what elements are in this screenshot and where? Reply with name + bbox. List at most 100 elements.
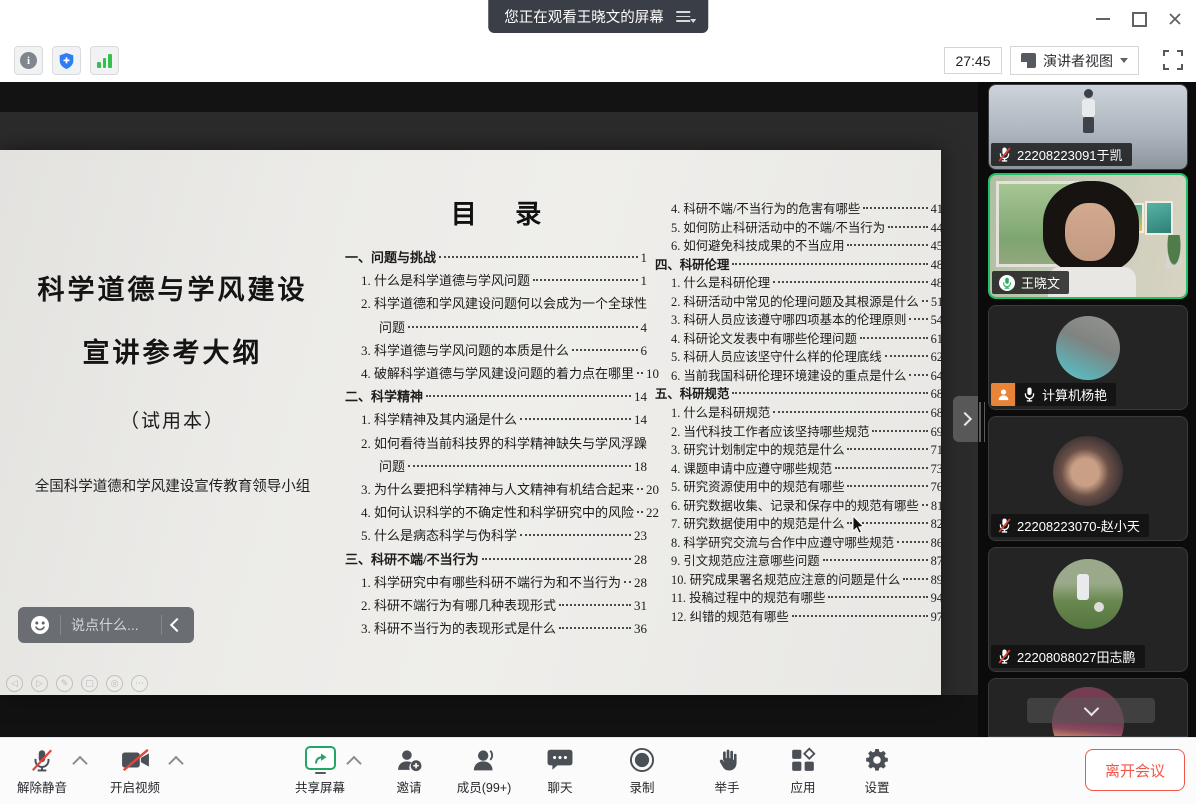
toc-dot-leader — [426, 395, 631, 397]
participant-tile-partial[interactable] — [988, 678, 1188, 737]
record-button[interactable]: 录制 — [629, 746, 655, 796]
chat-input-placeholder[interactable]: 说点什么... — [71, 615, 151, 635]
quick-chat-bar[interactable]: 说点什么... — [18, 607, 194, 643]
unmute-button[interactable]: 解除静音 — [17, 746, 67, 796]
toolbar-label: 录制 — [629, 777, 654, 796]
viewer-control[interactable]: ▷ — [31, 675, 48, 692]
toc-dot-leader — [847, 485, 927, 487]
toc-page-number: 73 — [931, 460, 943, 479]
info-icon: i — [20, 52, 37, 69]
toc-entry-text: 6. 如何避免科技成果的不当应用 — [671, 237, 844, 256]
mic-muted-icon — [998, 518, 1011, 533]
banner-menu-icon[interactable] — [676, 11, 692, 22]
toc-entry-text: 三、科研不端/不当行为 — [345, 548, 479, 571]
mic-muted-icon — [998, 649, 1011, 664]
share-options-chevron[interactable] — [346, 756, 362, 772]
name-badge: 22208223091于凯 — [991, 143, 1132, 166]
share-screen-button[interactable]: 共享屏幕 — [295, 746, 345, 796]
toc-page-number: 86 — [931, 534, 943, 553]
viewer-control[interactable]: ▢ — [81, 675, 98, 692]
toc-page-number: 61 — [931, 330, 943, 349]
security-button[interactable] — [52, 46, 81, 75]
chat-icon — [547, 748, 573, 772]
close-icon — [1168, 12, 1182, 26]
maximize-button[interactable] — [1128, 8, 1150, 30]
toc-entry: 1. 科学精神及其内涵是什么 14 — [345, 408, 647, 431]
toc-entry-text: 3. 科研人员应该遵守哪四项基本的伦理原则 — [671, 311, 906, 330]
members-button[interactable]: 成员(99+) — [457, 746, 512, 796]
toc-entry: 5. 研究资源使用中的规范有哪些 76 — [655, 478, 943, 497]
toc-entry-text: 3. 为什么要把科学精神与人文精神有机结合起来 — [361, 478, 634, 501]
toc-page-number: 64 — [931, 367, 943, 386]
toc-entry: 4. 课题申请中应遵守哪些规范 73 — [655, 460, 943, 479]
network-status-button[interactable] — [90, 46, 119, 75]
toc-entry-text: 4. 课题申请中应遵守哪些规范 — [671, 460, 832, 479]
smiley-icon[interactable] — [30, 615, 50, 635]
participant-tile-tianzhipeng[interactable]: 22208088027田志鹏 — [988, 547, 1188, 672]
toolbar-label: 邀请 — [396, 777, 421, 796]
doc-edition: （试用本） — [0, 406, 345, 433]
toc-page-number: 82 — [931, 515, 943, 534]
toc-entry: 三、科研不端/不当行为 28 — [345, 548, 647, 571]
avatar — [1053, 559, 1123, 629]
toc-entry-text: 5. 科研人员应该坚守什么样的伦理底线 — [671, 348, 882, 367]
meeting-info-button[interactable]: i — [14, 46, 43, 75]
toc-entry-text: 二、科学精神 — [345, 385, 423, 408]
viewer-control[interactable]: ◁ — [6, 675, 23, 692]
sidebar-collapse-handle[interactable] — [953, 396, 978, 442]
leave-meeting-button[interactable]: 离开会议 — [1085, 749, 1185, 791]
apps-icon — [790, 747, 816, 773]
apps-button[interactable]: 应用 — [790, 746, 816, 796]
fullscreen-button[interactable] — [1162, 49, 1184, 71]
toc-entry-text: 1. 科学精神及其内涵是什么 — [361, 408, 517, 431]
toc-entry-text: 12. 纠错的规范有哪些 — [671, 608, 789, 627]
toc-entry: 10. 研究成果署名规范应注意的问题是什么 89 — [655, 571, 943, 590]
chat-button[interactable]: 聊天 — [547, 746, 573, 796]
video-options-chevron[interactable] — [168, 756, 184, 772]
doc-author: 全国科学道德和学风建设宣传教育领导小组 — [0, 475, 345, 496]
participant-tile-zhaoxiaotian[interactable]: 22208223070-赵小天 — [988, 416, 1188, 541]
viewer-control[interactable]: ⋯ — [131, 675, 148, 692]
toc-entry-text: 11. 投稿过程中的规范有哪些 — [671, 589, 825, 608]
panel-drag-handle[interactable] — [979, 402, 985, 442]
raise-hand-icon — [714, 747, 739, 773]
participant-tile-wangxiaowen[interactable]: 王晓文 — [988, 173, 1188, 299]
viewer-control[interactable]: ◎ — [106, 675, 123, 692]
toc-dot-leader — [792, 615, 928, 617]
toc-dot-leader — [559, 627, 631, 629]
toc-entry-text: 2. 科研活动中常见的伦理问题及其根源是什么 — [671, 293, 919, 312]
document-viewer-toolbar: ◁ ▷ ✎ ▢ ◎ ⋯ — [6, 675, 148, 692]
toc-entry-text: 9. 引文规范应注意哪些问题 — [671, 552, 820, 571]
view-mode-button[interactable]: 演讲者视图 — [1010, 46, 1139, 75]
toc-entry-text: 五、科研规范 — [655, 385, 729, 404]
mic-options-chevron[interactable] — [72, 756, 88, 772]
toc-entry-text: 4. 破解科学道德与学风建设问题的着力点在哪里 — [361, 362, 634, 385]
toc-entry-text: 8. 科学研究交流与合作中应遵守哪些规范 — [671, 534, 894, 553]
toc-entry-text: 3. 科学道德与学风问题的本质是什么 — [361, 339, 569, 362]
toc-entry-text: 1. 什么是科研规范 — [671, 404, 770, 423]
participant-tile-yangyan[interactable]: 计算机杨艳 — [988, 305, 1188, 410]
toc-entry: 3. 科研不当行为的表现形式是什么 36 — [345, 617, 647, 640]
invite-icon — [396, 748, 423, 773]
start-video-button[interactable]: 开启视频 — [110, 746, 160, 796]
close-button[interactable] — [1164, 8, 1186, 30]
toc-dot-leader — [897, 541, 928, 543]
viewer-control[interactable]: ✎ — [56, 675, 73, 692]
scroll-more-indicator[interactable] — [1027, 698, 1155, 723]
toolbar-label: 设置 — [864, 777, 889, 796]
raise-hand-button[interactable]: 举手 — [714, 746, 739, 796]
toc-entry: 一、问题与挑战 1 — [345, 246, 647, 269]
toc-dot-leader — [885, 355, 928, 357]
name-badge: 王晓文 — [992, 271, 1069, 294]
watching-banner[interactable]: 您正在观看王晓文的屏幕 — [488, 0, 708, 33]
collapse-left-icon[interactable] — [170, 618, 184, 632]
toc-entry-text: 5. 研究资源使用中的规范有哪些 — [671, 478, 844, 497]
toc-entry: 问题 18 — [345, 455, 647, 478]
toolbar-label: 聊天 — [547, 777, 572, 796]
settings-icon — [864, 747, 890, 773]
minimize-button[interactable] — [1092, 8, 1114, 30]
participant-tile-yukai[interactable]: 22208223091于凯 — [988, 84, 1188, 170]
invite-button[interactable]: 邀请 — [396, 746, 423, 796]
settings-button[interactable]: 设置 — [864, 746, 890, 796]
toc-page-number: 68 — [931, 404, 943, 423]
